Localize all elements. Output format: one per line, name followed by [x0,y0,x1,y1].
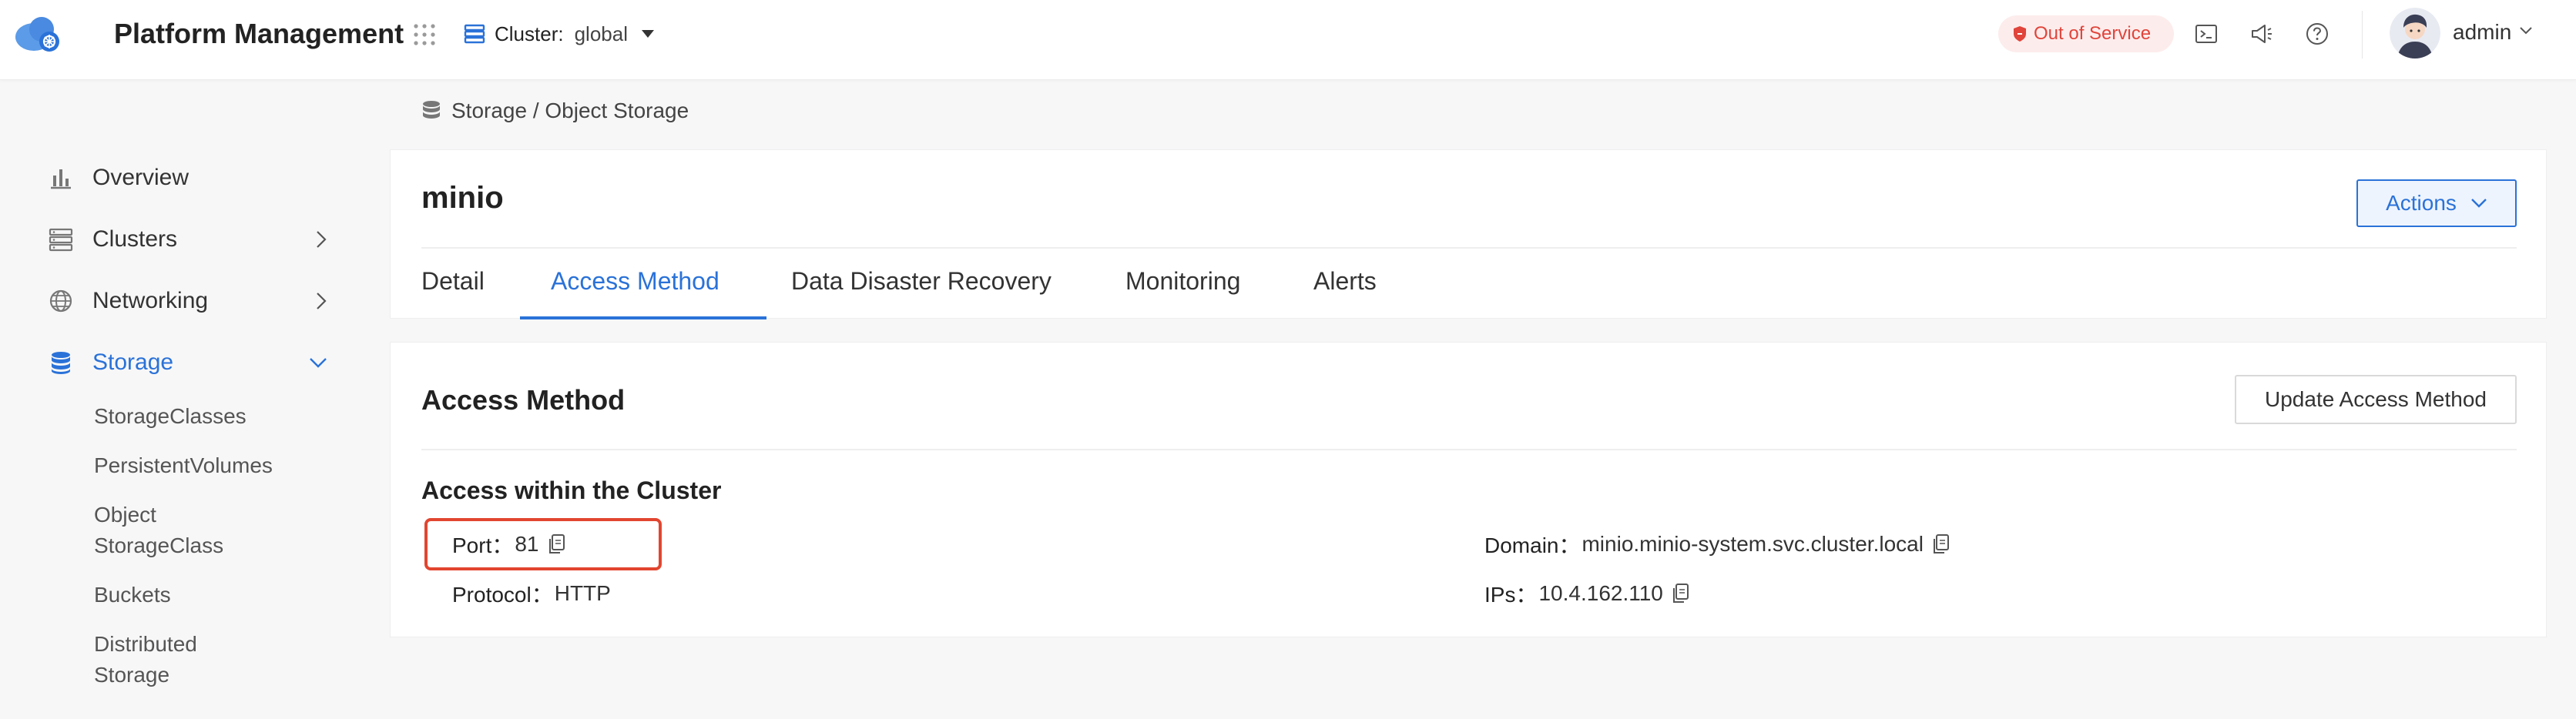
globe-icon [49,289,72,313]
announcement-icon[interactable] [2249,22,2274,46]
chevron-right-icon[interactable] [314,229,328,249]
app-title: Platform Management [114,18,404,49]
sidebar-item-label: Clusters [92,226,178,252]
copy-icon[interactable] [1931,533,1950,555]
domain-value: minio.minio-system.svc.cluster.local [1581,532,1924,556]
avatar[interactable] [2390,8,2440,59]
divider [421,247,2517,249]
domain-field: Domain： minio.minio-system.svc.cluster.l… [1484,530,1950,558]
tab-monitoring[interactable]: Monitoring [1125,267,1240,296]
resource-header-card: minio Actions Detail Access Method Data … [390,149,2547,319]
sidebar-item-storage[interactable]: Storage [48,346,333,380]
protocol-field: Protocol： HTTP [452,580,611,607]
tab-access-method[interactable]: Access Method [551,267,719,296]
sidebar-subitem-label-line2: Storage [94,663,170,687]
tab-detail[interactable]: Detail [421,267,485,296]
bar-chart-icon [51,169,71,189]
ips-key: IPs： [1484,583,1538,607]
update-access-method-button[interactable]: Update Access Method [2235,375,2517,424]
divider [2362,11,2363,59]
tab-alerts[interactable]: Alerts [1313,267,1377,296]
sidebar-subitem-storageclasses[interactable]: StorageClasses [94,401,247,432]
breadcrumb-text[interactable]: Storage / Object Storage [451,99,689,123]
cluster-label: Cluster: [495,22,564,45]
active-tab-indicator [520,316,766,319]
database-icon [52,352,70,374]
subsection-title: Access within the Cluster [421,477,722,504]
domain-key: Domain： [1484,533,1581,557]
page-title: minio [421,181,504,215]
actions-button[interactable]: Actions [2356,179,2517,227]
database-icon [423,101,440,119]
cloud-logo-icon[interactable] [11,12,66,55]
sidebar-subitem-buckets[interactable]: Buckets [94,580,171,610]
ips-field: IPs： 10.4.162.110 [1484,580,1689,607]
breadcrumb: Storage / Object Storage [421,99,689,123]
cluster-value: global [574,22,628,45]
sidebar-item-label: Networking [92,288,209,313]
sidebar-subitem-distributed-storage[interactable]: Distributed Storage [94,629,197,691]
divider [421,449,2517,450]
copy-icon[interactable] [547,533,565,555]
chevron-right-icon[interactable] [314,291,328,311]
access-method-card: Access Method Update Access Method Acces… [390,342,2547,637]
port-value: 81 [515,532,539,556]
sidebar-subitem-object-storageclass[interactable]: Object StorageClass [94,500,223,561]
port-field: Port： 81 [452,530,565,558]
chevron-down-icon[interactable] [2519,26,2533,35]
port-key: Port： [452,533,514,557]
avatar-icon [2390,8,2440,59]
user-name[interactable]: admin [2453,20,2511,45]
cluster-selector[interactable]: Cluster: global [464,18,656,49]
sidebar-item-label: Storage [92,349,174,375]
caret-down-icon [641,30,654,38]
cluster-icon [464,24,485,44]
terminal-icon[interactable] [2194,22,2219,46]
sidebar-subitem-label-line2: StorageClass [94,533,224,557]
tab-data-disaster-recovery[interactable]: Data Disaster Recovery [791,267,1052,296]
server-icon [49,228,73,252]
protocol-key: Protocol： [452,583,553,607]
sidebar-subitem-label-line1: Distributed [94,632,197,656]
shield-icon [2014,26,2026,42]
sidebar-item-overview[interactable]: Overview [48,161,333,195]
copy-icon[interactable] [1671,583,1689,604]
section-title: Access Method [421,384,626,416]
ips-value: 10.4.162.110 [1538,581,1663,605]
chevron-down-icon[interactable] [308,356,328,370]
top-bar: Platform Management Cluster: global Out … [0,0,2576,80]
status-badge[interactable]: Out of Service [1998,15,2174,52]
actions-label: Actions [2386,191,2457,215]
sidebar-item-clusters[interactable]: Clusters [48,222,333,256]
sidebar-subitem-label-line1: Object [94,503,156,527]
sidebar: Overview Clusters Networking Storage Sto… [0,81,370,719]
app-switcher-icon[interactable] [413,23,436,46]
sidebar-item-label: Overview [92,165,190,190]
help-icon[interactable] [2305,22,2329,46]
protocol-value: HTTP [554,581,611,605]
sidebar-item-networking[interactable]: Networking [48,284,333,318]
chevron-down-icon [2471,199,2487,208]
status-text: Out of Service [2034,23,2152,44]
sidebar-subitem-persistentvolumes[interactable]: PersistentVolumes [94,450,273,481]
